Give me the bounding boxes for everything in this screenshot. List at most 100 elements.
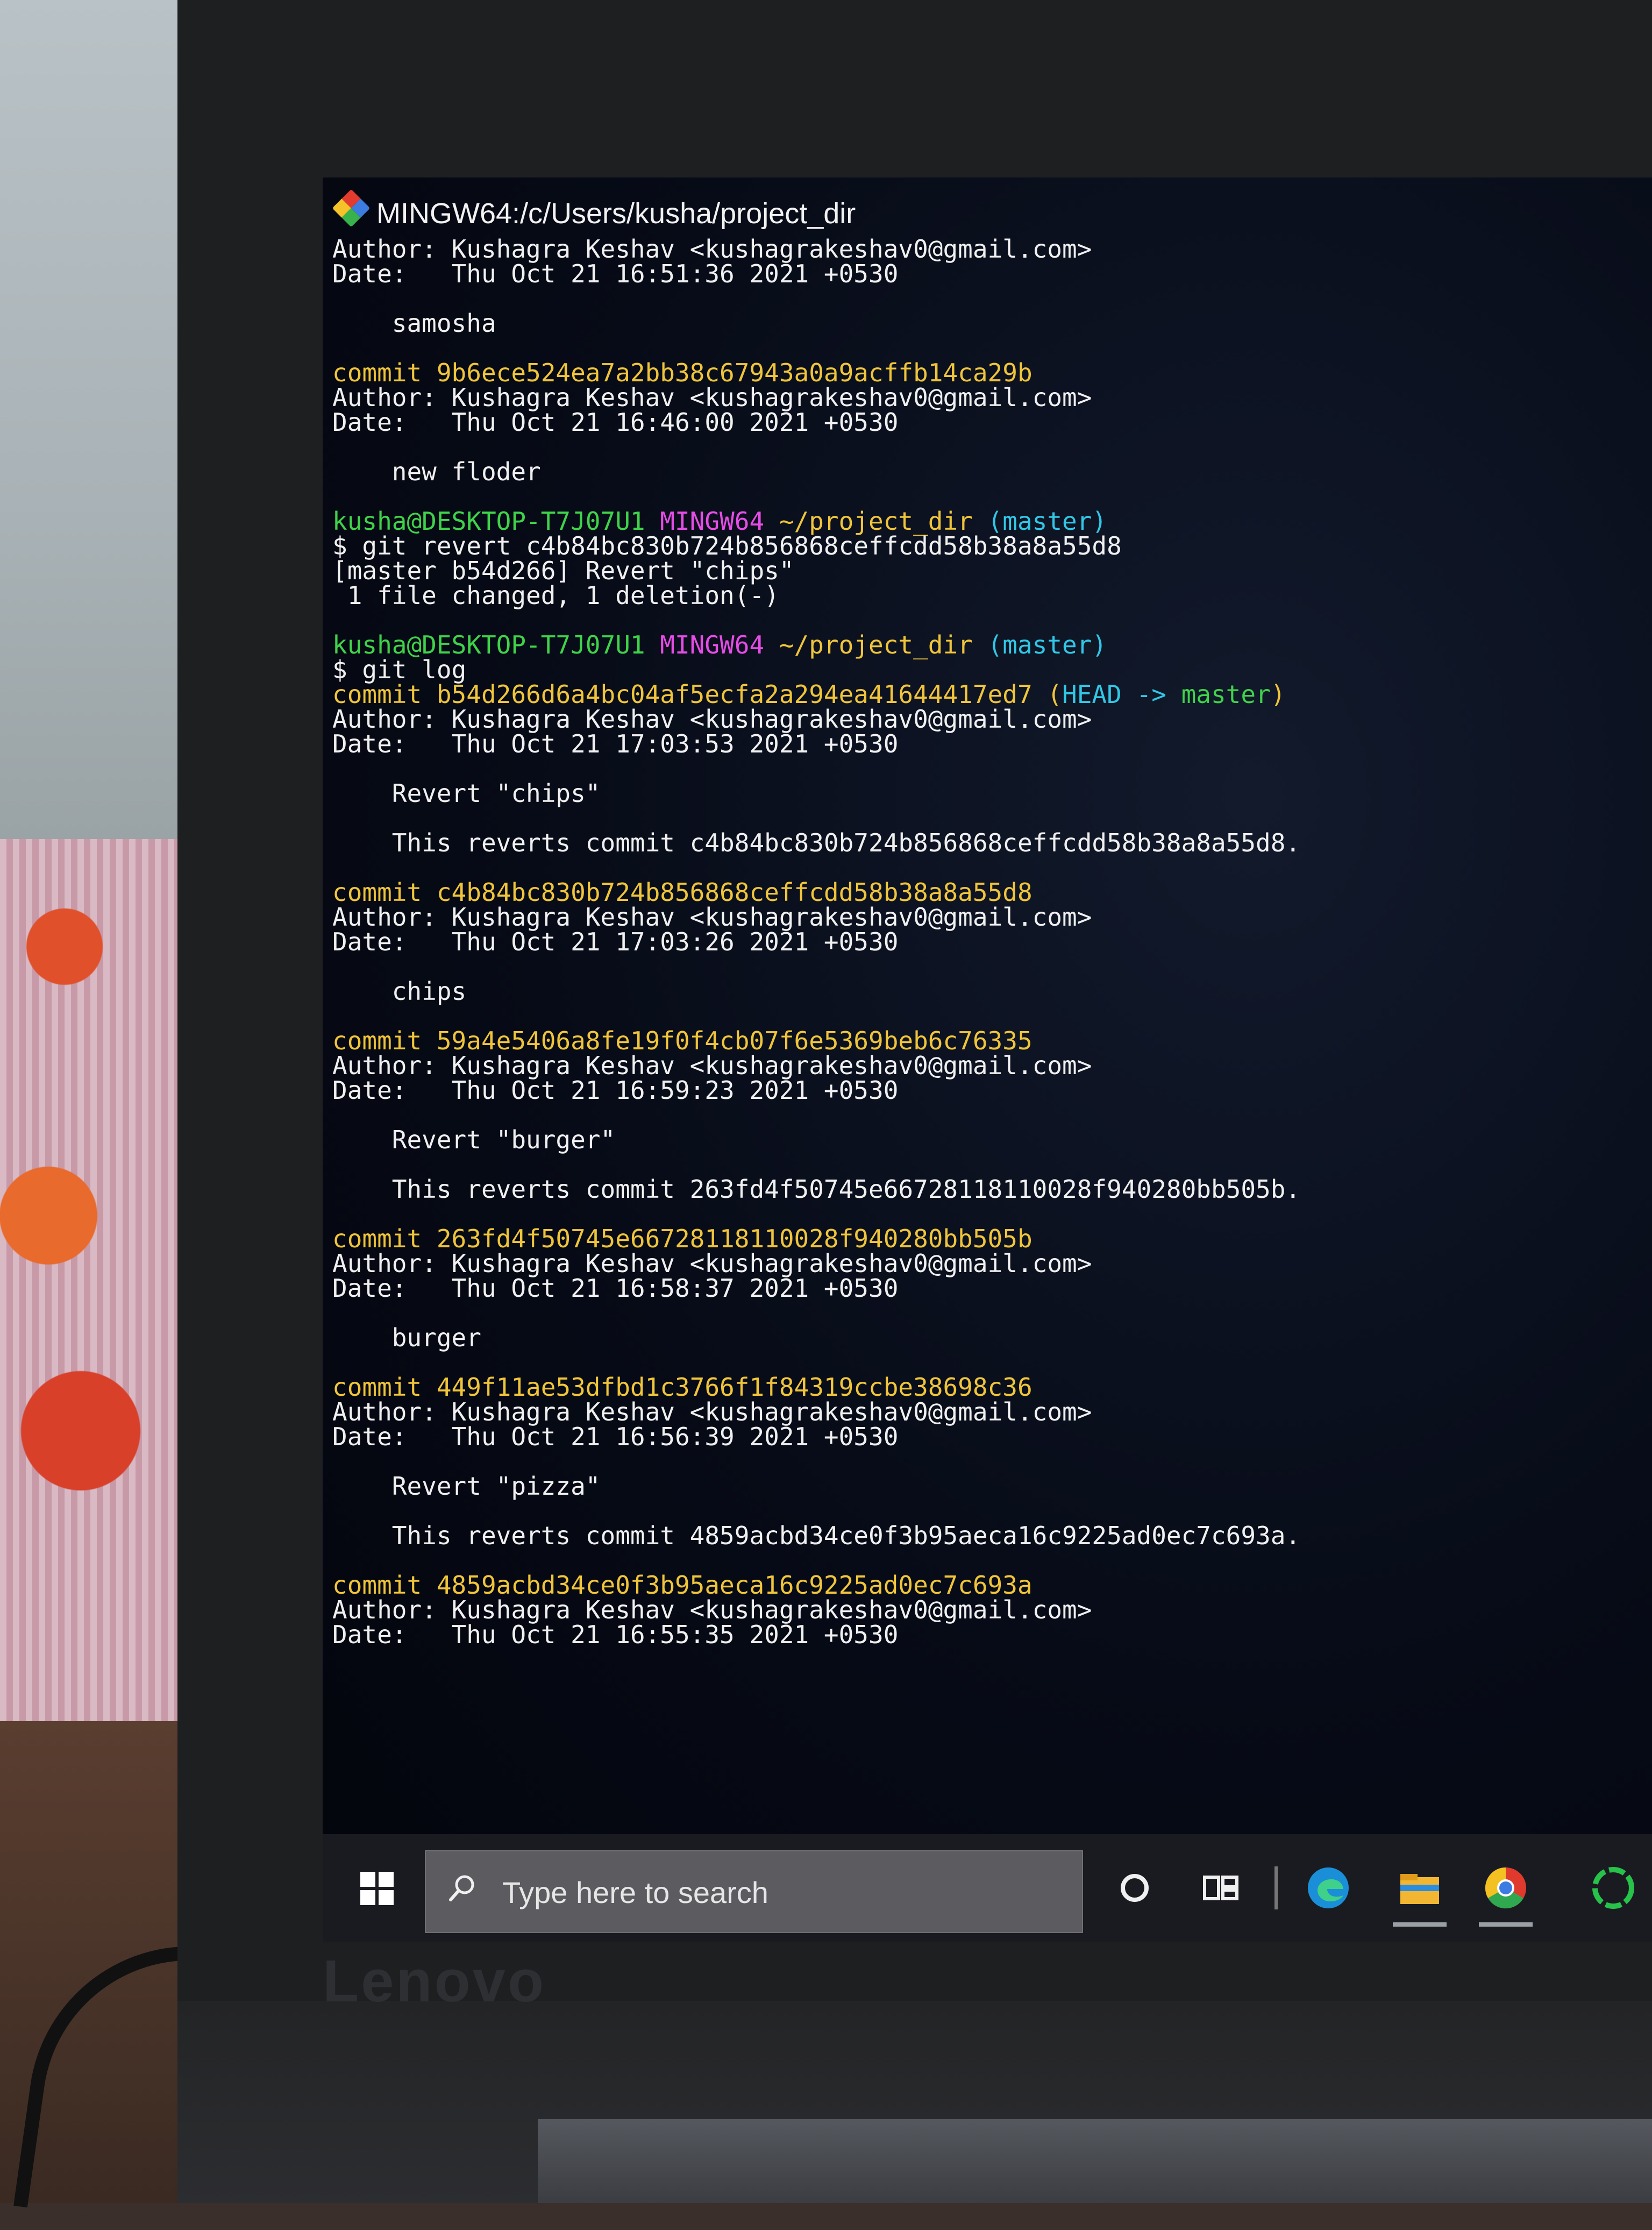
taskbar-search-box[interactable]	[425, 1850, 1083, 1933]
terminal-line: Author: Kushagra Keshav <kushagrakeshav0…	[332, 1597, 1644, 1622]
terminal-line: Date: Thu Oct 21 16:55:35 2021 +0530	[332, 1622, 1644, 1647]
terminal-text: Revert "burger"	[332, 1125, 616, 1154]
terminal-line: new floder	[332, 459, 1644, 484]
laptop-brand-logo: Lenovo	[323, 1948, 546, 2014]
terminal-text: This reverts commit 4859acbd34ce0f3b95ae…	[332, 1521, 1301, 1550]
terminal-line: This reverts commit c4b84bc830b724b85686…	[332, 830, 1644, 855]
terminal-line: Revert "burger"	[332, 1127, 1644, 1152]
terminal-line: Revert "chips"	[332, 781, 1644, 806]
terminal-output[interactable]: Author: Kushagra Keshav <kushagrakeshav0…	[332, 237, 1644, 1834]
terminal-text: master	[1181, 680, 1271, 709]
terminal-text: Date: Thu Oct 21 17:03:26 2021 +0530	[332, 927, 899, 956]
terminal-line: samosha	[332, 311, 1644, 336]
laptop-screen: MINGW64:/c/Users/kusha/project_dir Autho…	[323, 177, 1652, 1942]
terminal-text: Date: Thu Oct 21 16:55:35 2021 +0530	[332, 1620, 899, 1649]
terminal-text: 1 file changed, 1 deletion(-)	[332, 581, 779, 610]
terminal-line: commit 449f11ae53dfbd1c3766f1f84319ccbe3…	[332, 1375, 1644, 1400]
terminal-text: Date: Thu Oct 21 16:58:37 2021 +0530	[332, 1274, 899, 1303]
terminal-line: Date: Thu Oct 21 16:46:00 2021 +0530	[332, 410, 1644, 435]
active-app-indicator	[1479, 1922, 1533, 1927]
terminal-line: This reverts commit 4859acbd34ce0f3b95ae…	[332, 1523, 1644, 1548]
terminal-line: kusha@DESKTOP-T7J07U1 MINGW64 ~/project_…	[332, 633, 1644, 657]
background-bedsheet	[0, 839, 194, 1753]
terminal-line: commit 59a4e5406a8fe19f0f4cb07f6e5369beb…	[332, 1028, 1644, 1053]
terminal-line: [master b54d266] Revert "chips"	[332, 558, 1644, 583]
terminal-line: Date: Thu Oct 21 17:03:53 2021 +0530	[332, 732, 1644, 756]
terminal-line: kusha@DESKTOP-T7J07U1 MINGW64 ~/project_…	[332, 509, 1644, 534]
terminal-line: This reverts commit 263fd4f50745e6672811…	[332, 1177, 1644, 1202]
terminal-line: Date: Thu Oct 21 16:51:36 2021 +0530	[332, 261, 1644, 286]
terminal-text: chips	[332, 977, 467, 1006]
terminal-line: Author: Kushagra Keshav <kushagrakeshav0…	[332, 905, 1644, 929]
terminal-text: Date: Thu Oct 21 17:03:53 2021 +0530	[332, 729, 899, 758]
terminal-text: burger	[332, 1323, 481, 1352]
terminal-line: Date: Thu Oct 21 17:03:26 2021 +0530	[332, 929, 1644, 954]
terminal-line: commit 4859acbd34ce0f3b95aeca16c9225ad0e…	[332, 1573, 1644, 1597]
terminal-line: Date: Thu Oct 21 16:56:39 2021 +0530	[332, 1424, 1644, 1449]
taskbar-search-input[interactable]	[501, 1873, 1063, 1912]
terminal-line: Author: Kushagra Keshav <kushagrakeshav0…	[332, 707, 1644, 732]
terminal-line: Author: Kushagra Keshav <kushagrakeshav0…	[332, 1053, 1644, 1078]
terminal-line: Author: Kushagra Keshav <kushagrakeshav0…	[332, 1251, 1644, 1276]
terminal-text: (master)	[987, 630, 1107, 659]
search-icon	[449, 1875, 474, 1901]
terminal-text: Date: Thu Oct 21 16:59:23 2021 +0530	[332, 1076, 899, 1105]
terminal-line: Author: Kushagra Keshav <kushagrakeshav0…	[332, 237, 1644, 261]
terminal-line: commit b54d266d6a4bc04af5ecfa2a294ea4164…	[332, 682, 1644, 707]
terminal-line: Date: Thu Oct 21 16:59:23 2021 +0530	[332, 1078, 1644, 1103]
file-explorer-icon[interactable]	[1393, 1861, 1447, 1927]
git-bash-icon	[332, 189, 371, 228]
terminal-line: $ git log	[332, 657, 1644, 682]
app-icon[interactable]	[1586, 1861, 1640, 1915]
terminal-line: 1 file changed, 1 deletion(-)	[332, 583, 1644, 608]
terminal-line: chips	[332, 979, 1644, 1004]
laptop-hinge	[538, 2119, 1652, 2203]
terminal-line: Author: Kushagra Keshav <kushagrakeshav0…	[332, 385, 1644, 410]
terminal-text: Revert "chips"	[332, 779, 601, 808]
terminal-line: commit c4b84bc830b724b856868ceffcdd58b38…	[332, 880, 1644, 905]
terminal-text: Date: Thu Oct 21 16:46:00 2021 +0530	[332, 408, 899, 437]
terminal-text: )	[1270, 680, 1286, 709]
terminal-text: Date: Thu Oct 21 16:51:36 2021 +0530	[332, 259, 899, 288]
terminal-text: This reverts commit c4b84bc830b724b85686…	[332, 828, 1301, 857]
terminal-text: Revert "pizza"	[332, 1472, 601, 1501]
cortana-icon[interactable]	[1108, 1861, 1162, 1915]
terminal-text: Date: Thu Oct 21 16:56:39 2021 +0530	[332, 1422, 899, 1451]
terminal-line: burger	[332, 1325, 1644, 1350]
task-view-icon[interactable]	[1194, 1861, 1248, 1915]
terminal-line: Author: Kushagra Keshav <kushagrakeshav0…	[332, 1400, 1644, 1424]
terminal-line: commit 263fd4f50745e66728118110028f94028…	[332, 1226, 1644, 1251]
terminal-titlebar[interactable]: MINGW64:/c/Users/kusha/project_dir	[323, 177, 1652, 231]
active-app-indicator	[1393, 1922, 1447, 1927]
window-title: MINGW64:/c/Users/kusha/project_dir	[376, 197, 856, 230]
terminal-line: Revert "pizza"	[332, 1474, 1644, 1498]
chrome-icon[interactable]	[1479, 1861, 1533, 1927]
terminal-line: commit 9b6ece524ea7a2bb38c67943a0a9acffb…	[332, 360, 1644, 385]
terminal-text: new floder	[332, 457, 541, 486]
windows-taskbar	[323, 1834, 1652, 1942]
taskbar-divider	[1274, 1866, 1278, 1909]
windows-start-icon[interactable]	[360, 1872, 394, 1905]
terminal-text: ~/project_dir	[779, 630, 988, 659]
background-wall	[0, 0, 177, 839]
terminal-text: samosha	[332, 309, 496, 338]
edge-icon[interactable]	[1301, 1861, 1355, 1915]
